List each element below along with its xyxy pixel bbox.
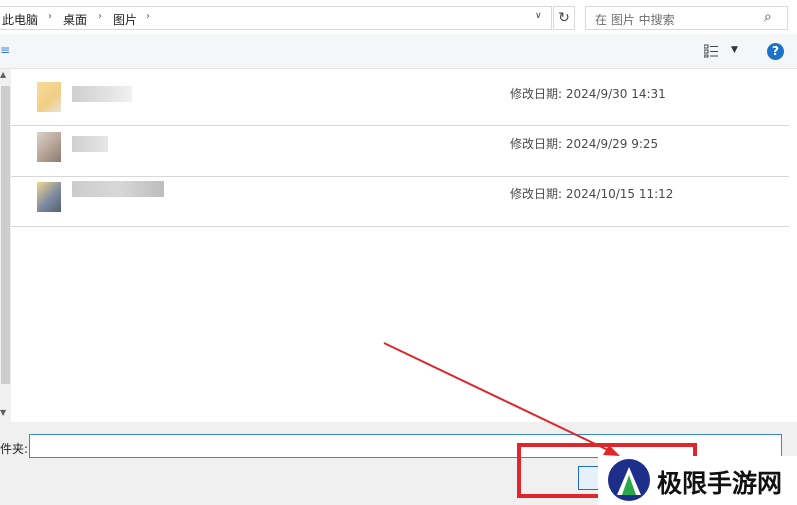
image-thumbnail-icon xyxy=(37,132,61,162)
modified-date: 修改日期: 2024/9/30 14:31 xyxy=(510,87,666,101)
refresh-icon: ↻ xyxy=(558,10,570,26)
folder-icon xyxy=(37,182,61,212)
view-options-icon[interactable] xyxy=(704,44,718,58)
breadcrumb-this-pc[interactable]: 此电脑 xyxy=(2,11,38,28)
chevron-right-icon[interactable]: › xyxy=(48,11,52,22)
organize-menu-icon[interactable]: ≡ xyxy=(0,43,10,57)
site-logo-icon xyxy=(608,459,650,501)
chevron-right-icon[interactable]: › xyxy=(98,11,102,22)
breadcrumb-pictures[interactable]: 图片 xyxy=(113,11,137,28)
list-item[interactable] xyxy=(11,126,789,177)
breadcrumb-desktop[interactable]: 桌面 xyxy=(63,11,87,28)
chevron-right-icon[interactable]: › xyxy=(146,11,150,22)
help-button[interactable]: ? xyxy=(767,43,784,60)
watermark-text: 极限手游网 xyxy=(657,469,783,498)
file-name xyxy=(72,181,164,197)
toolbar xyxy=(0,34,797,69)
modified-date: 修改日期: 2024/9/29 9:25 xyxy=(510,137,659,151)
folder-label: 件夹: xyxy=(0,442,29,456)
file-name xyxy=(72,136,108,152)
file-name xyxy=(72,86,132,102)
address-dropdown-icon[interactable]: ∨ xyxy=(535,11,542,21)
folder-icon xyxy=(37,82,61,112)
scroll-down-icon[interactable]: ▼ xyxy=(0,408,6,417)
scrollbar-thumb[interactable] xyxy=(1,86,10,384)
search-input[interactable]: 在 图片 中搜索 xyxy=(595,11,675,28)
scroll-up-icon[interactable]: ▲ xyxy=(0,70,6,79)
modified-date: 修改日期: 2024/10/15 11:12 xyxy=(510,187,674,201)
view-dropdown-icon[interactable]: ▼ xyxy=(731,45,738,55)
refresh-button[interactable]: ↻ xyxy=(553,6,575,30)
search-icon[interactable]: ⌕ xyxy=(764,9,772,25)
